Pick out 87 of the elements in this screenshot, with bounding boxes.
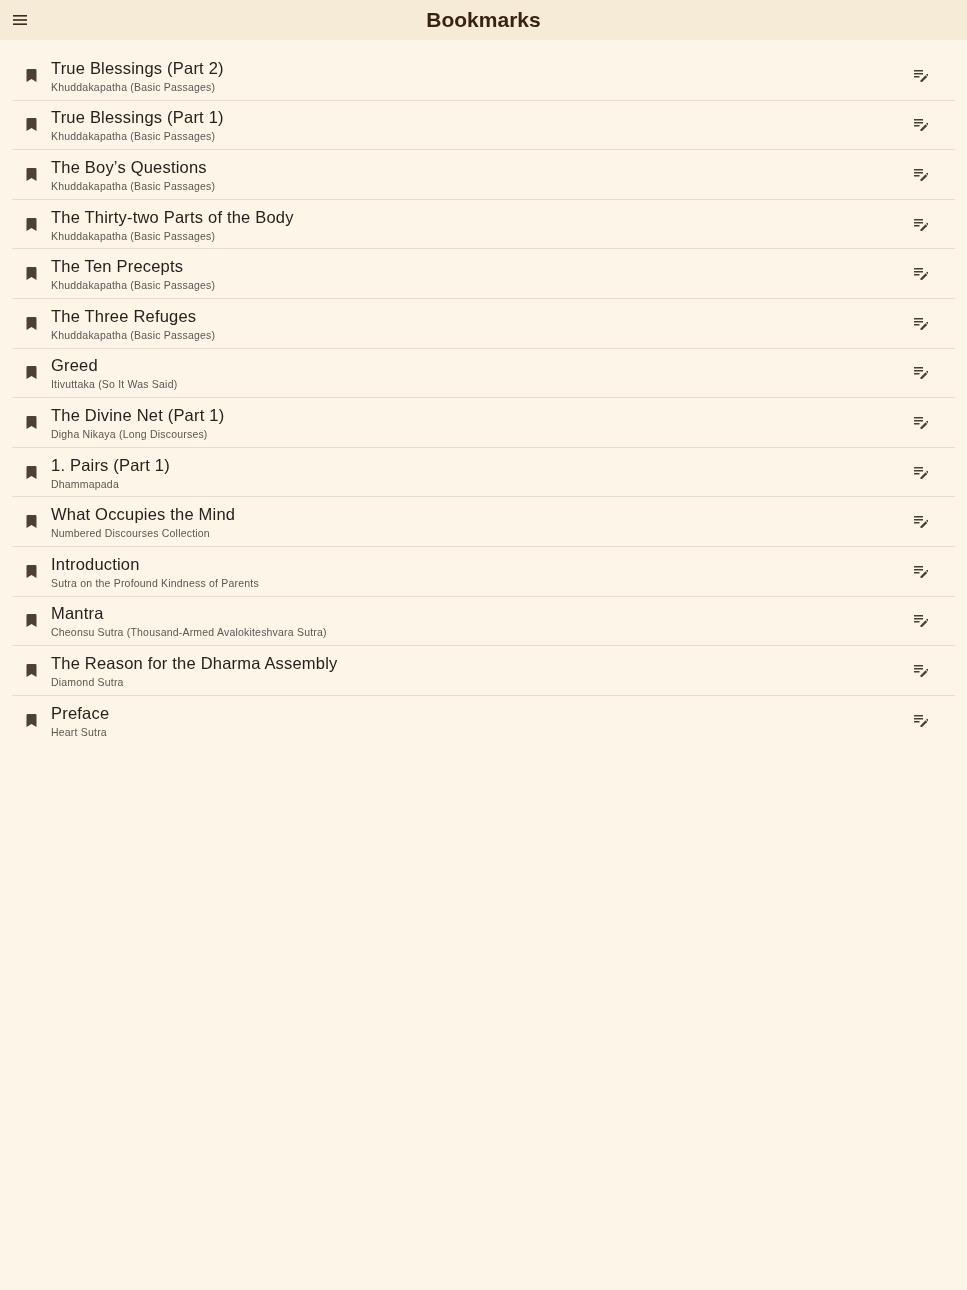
bookmark-title: The Reason for the Dharma Assembly bbox=[51, 652, 338, 673]
bookmark-row[interactable]: Mantra Cheonsu Sutra (Thousand-Armed Avalokiteshvara Sutra) bbox=[12, 596, 955, 647]
bookmark-row[interactable]: The Ten Precepts Khuddakapatha (Basic Passages) bbox=[12, 249, 955, 299]
bookmark-row[interactable]: The Boy’s Questions Khuddakapatha (Basic Passages) bbox=[12, 150, 955, 200]
bookmark-title: Greed bbox=[51, 355, 98, 376]
edit-note-button[interactable] bbox=[914, 169, 928, 181]
bookmark-icon bbox=[26, 465, 37, 479]
bookmark-icon bbox=[26, 267, 37, 281]
bookmark-source: Dhammapada bbox=[51, 476, 119, 491]
edit-note-button[interactable] bbox=[914, 664, 928, 677]
bookmark-title: The Ten Precepts bbox=[51, 256, 184, 277]
lines-pencil-icon bbox=[914, 516, 928, 529]
bookmark-title: 1. Pairs (Part 1) bbox=[51, 454, 170, 475]
lines-pencil-icon bbox=[914, 416, 928, 429]
bookmark-title: Preface bbox=[51, 703, 110, 723]
lines-pencil-icon bbox=[914, 615, 928, 628]
bookmark-icon bbox=[26, 614, 37, 628]
bookmark-source: Digha Nikaya (Long Discourses) bbox=[51, 426, 208, 441]
edit-note-button[interactable] bbox=[914, 69, 928, 82]
edit-note-button[interactable] bbox=[914, 516, 928, 529]
bookmark-source: Khuddakapatha (Basic Passages) bbox=[51, 179, 216, 193]
bookmark-title: True Blessings (Part 1) bbox=[51, 107, 224, 128]
app-bar-title: Bookmarks bbox=[426, 7, 541, 33]
lines-pencil-icon bbox=[914, 268, 928, 281]
bookmark-icon bbox=[26, 217, 37, 231]
edit-note-button[interactable] bbox=[914, 317, 928, 330]
bookmark-title: Introduction bbox=[51, 553, 140, 574]
bookmark-icon bbox=[26, 714, 37, 727]
bookmark-source: Numbered Discourses Collection bbox=[51, 526, 210, 541]
edit-note-button[interactable] bbox=[914, 565, 928, 578]
edit-note-button[interactable] bbox=[914, 615, 928, 628]
lines-pencil-icon bbox=[914, 317, 928, 330]
lines-pencil-icon bbox=[914, 218, 928, 231]
edit-note-button[interactable] bbox=[914, 416, 928, 429]
lines-pencil-icon bbox=[914, 715, 928, 727]
edit-note-button[interactable] bbox=[914, 466, 928, 479]
bookmark-title: The Boy’s Questions bbox=[51, 157, 207, 177]
bookmark-row[interactable]: Introduction Sutra on the Profound Kindness of Parents bbox=[12, 546, 955, 597]
bookmark-source: Khuddakapatha (Basic Passages) bbox=[51, 129, 216, 144]
edit-note-button[interactable] bbox=[914, 119, 928, 132]
bookmark-icon bbox=[26, 663, 37, 677]
bookmark-row[interactable]: Greed Itivuttaka (So It Was Said) bbox=[12, 348, 955, 399]
bookmark-source: Khuddakapatha (Basic Passages) bbox=[51, 228, 216, 243]
bookmark-icon bbox=[26, 118, 37, 132]
bookmark-row[interactable]: What Occupies the Mind Numbered Discourses Collection bbox=[12, 497, 955, 547]
bookmark-row[interactable]: The Three Refuges Khuddakapatha (Basic Passages) bbox=[12, 298, 955, 349]
bookmark-icon bbox=[26, 316, 37, 330]
bookmark-source: Sutra on the Profound Kindness of Parents bbox=[51, 575, 259, 590]
bookmark-icon bbox=[26, 366, 37, 380]
edit-note-button[interactable] bbox=[914, 367, 928, 380]
edit-note-button[interactable] bbox=[914, 715, 928, 727]
bookmark-source: Heart Sutra bbox=[51, 725, 107, 739]
edit-note-button[interactable] bbox=[914, 218, 928, 231]
bookmark-source: Khuddakapatha (Basic Passages) bbox=[51, 79, 216, 94]
bookmark-source: Cheonsu Sutra (Thousand-Armed Avalokiteshvara Sutra) bbox=[51, 625, 327, 640]
lines-pencil-icon bbox=[914, 565, 928, 578]
bookmark-source: Khuddakapatha (Basic Passages) bbox=[51, 327, 216, 342]
bookmark-icon bbox=[26, 415, 37, 429]
lines-pencil-icon bbox=[914, 69, 928, 82]
bookmark-icon bbox=[26, 168, 37, 181]
bookmark-title: The Thirty-two Parts of the Body bbox=[51, 206, 294, 227]
bookmark-icon bbox=[26, 515, 37, 529]
bookmark-title: Mantra bbox=[51, 603, 104, 624]
bookmark-title: The Three Refuges bbox=[51, 305, 197, 326]
bookmark-title: The Divine Net (Part 1) bbox=[51, 404, 225, 425]
bookmark-source: Diamond Sutra bbox=[51, 674, 124, 689]
bookmark-row[interactable]: The Reason for the Dharma Assembly Diamond Sutra bbox=[12, 646, 955, 696]
bookmark-row[interactable]: 1. Pairs (Part 1) Dhammapada bbox=[12, 447, 955, 498]
bookmark-icon bbox=[26, 68, 37, 82]
bookmark-source: Itivuttaka (So It Was Said) bbox=[51, 377, 178, 392]
bookmark-row[interactable]: The Thirty-two Parts of the Body Khuddakapatha (Basic Passages) bbox=[12, 199, 955, 250]
bookmark-title: What Occupies the Mind bbox=[51, 504, 236, 525]
menu-icon bbox=[13, 15, 27, 25]
lines-pencil-icon bbox=[914, 367, 928, 380]
bookmark-title: True Blessings (Part 2) bbox=[51, 57, 224, 78]
lines-pencil-icon bbox=[914, 466, 928, 479]
bookmark-row[interactable]: True Blessings (Part 1) Khuddakapatha (Basic Passages) bbox=[12, 100, 955, 151]
bookmark-icon bbox=[26, 564, 37, 578]
lines-pencil-icon bbox=[914, 664, 928, 677]
menu-button[interactable] bbox=[13, 15, 27, 25]
bookmark-row[interactable]: True Blessings (Part 2) Khuddakapatha (Basic Passages) bbox=[12, 51, 955, 101]
bookmark-row[interactable]: The Divine Net (Part 1) Digha Nikaya (Long Discourses) bbox=[12, 398, 955, 448]
bookmark-row[interactable]: Preface Heart Sutra bbox=[12, 695, 955, 746]
lines-pencil-icon bbox=[914, 119, 928, 132]
edit-note-button[interactable] bbox=[914, 268, 928, 281]
lines-pencil-icon bbox=[914, 169, 928, 181]
bookmark-source: Khuddakapatha (Basic Passages) bbox=[51, 278, 216, 293]
